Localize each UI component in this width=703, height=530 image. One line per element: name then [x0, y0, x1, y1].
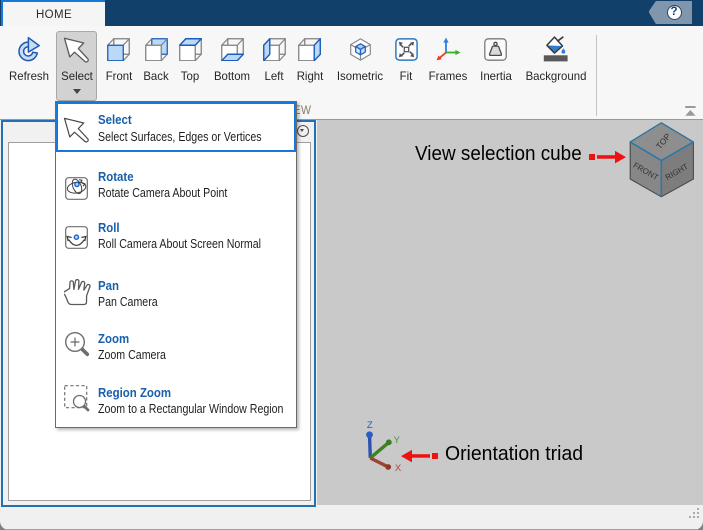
- svg-text:X: X: [395, 463, 402, 474]
- svg-text:Z: Z: [367, 420, 373, 431]
- svg-text:Y: Y: [394, 435, 401, 446]
